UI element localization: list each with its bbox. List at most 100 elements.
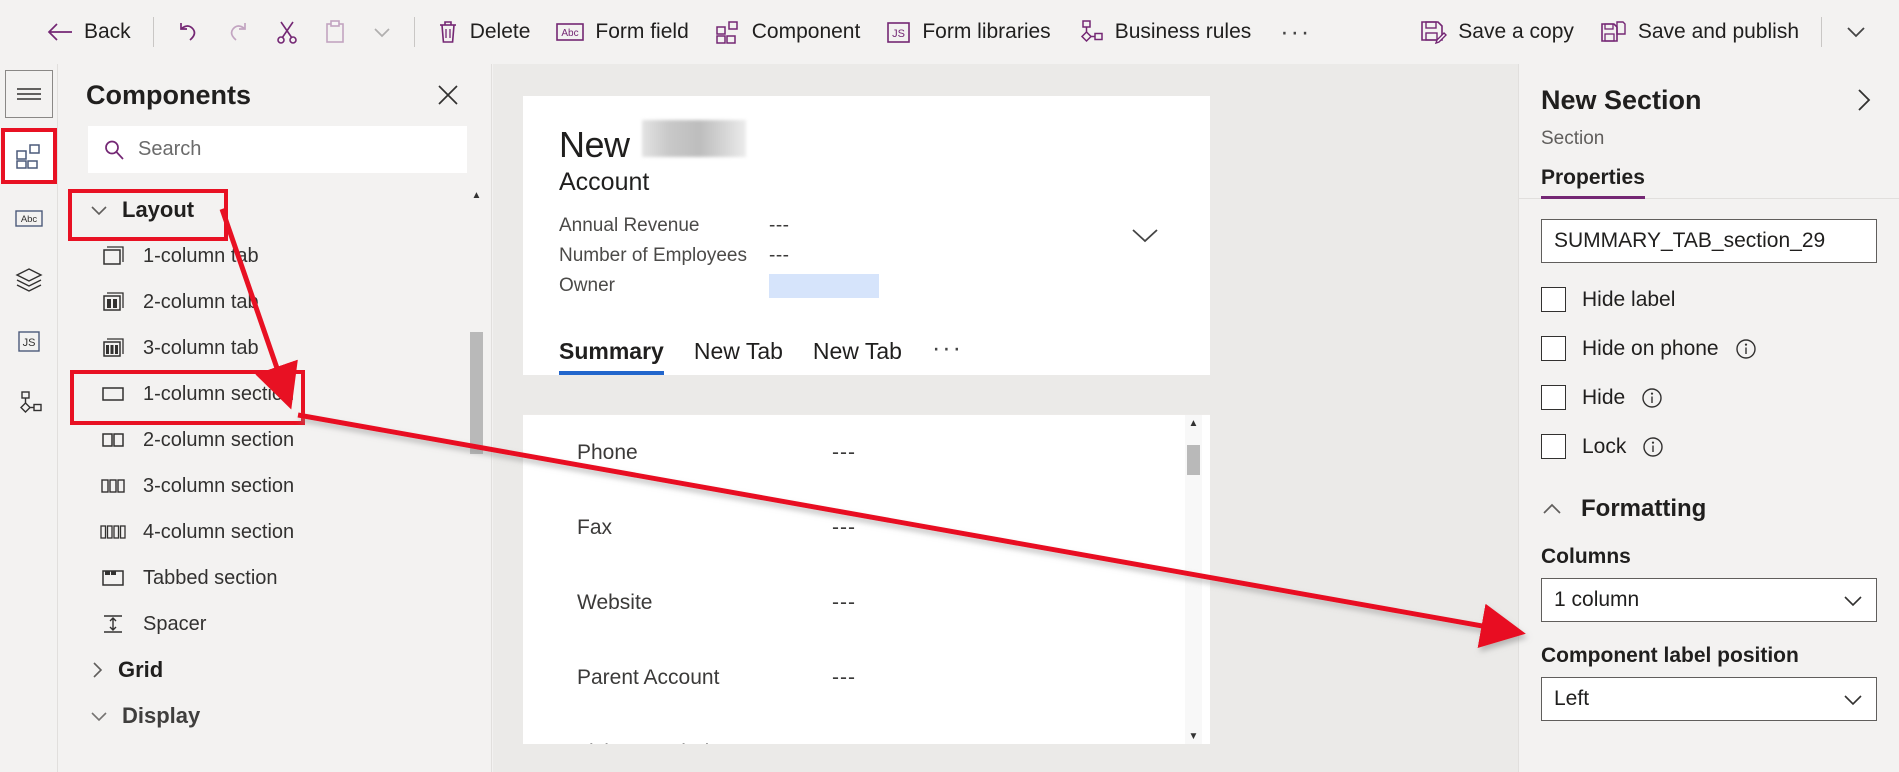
properties-title-row: New Section	[1541, 82, 1877, 118]
chevron-right-icon	[90, 661, 104, 679]
columns-field-label: Columns	[1541, 545, 1631, 568]
checkbox-lock[interactable]: Lock	[1541, 434, 1877, 459]
tab-properties[interactable]: Properties	[1541, 166, 1645, 199]
form-body-row[interactable]: Phone ---	[523, 415, 1210, 490]
component-item-2-column-section[interactable]: 2-column section	[58, 417, 491, 463]
scroll-up-icon[interactable]: ▲	[468, 187, 485, 204]
checkbox-box[interactable]	[1541, 287, 1566, 312]
component-group-layout[interactable]: Layout	[58, 187, 491, 241]
chevron-down-icon	[1844, 24, 1868, 40]
form-field-button[interactable]: Abc Form field	[543, 10, 701, 54]
checkbox-hide-label[interactable]: Hide label	[1541, 287, 1877, 312]
header-field-label: Owner	[559, 275, 615, 296]
back-button[interactable]: Back	[34, 10, 144, 54]
checkbox-box[interactable]	[1541, 434, 1566, 459]
delete-button[interactable]: Delete	[424, 10, 544, 54]
cut-button[interactable]	[263, 10, 311, 54]
form-libraries-button[interactable]: JS Form libraries	[873, 10, 1063, 54]
properties-panel-title: New Section	[1541, 84, 1702, 115]
form-tab-label: New Tab	[812, 338, 902, 364]
component-item-3-column-section[interactable]: 3-column section	[58, 463, 491, 509]
chevron-right-icon[interactable]	[1851, 82, 1877, 118]
form-body-row[interactable]: Fax ---	[523, 490, 1210, 565]
scroll-up-icon[interactable]: ▲	[1185, 415, 1202, 432]
rail-item-form-fields[interactable]: Abc	[5, 194, 53, 242]
header-field-label: Annual Revenue	[559, 215, 700, 236]
save-and-publish-button[interactable]: Save and publish	[1587, 10, 1812, 54]
component-item-spacer[interactable]: Spacer	[58, 601, 491, 647]
save-a-copy-button[interactable]: Save a copy	[1407, 10, 1587, 54]
info-icon[interactable]	[1642, 436, 1664, 458]
save-options-button[interactable]	[1831, 10, 1881, 54]
form-tab-new-tab-1[interactable]: New Tab	[694, 338, 783, 375]
component-item-4-column-section[interactable]: 4-column section	[58, 509, 491, 555]
search-box[interactable]	[88, 126, 467, 173]
component-item-2-column-tab[interactable]: 2-column tab	[58, 279, 491, 325]
section-name-input[interactable]	[1541, 219, 1877, 263]
one-column-section-icon	[100, 384, 126, 404]
scrollbar-thumb[interactable]	[1187, 445, 1200, 475]
search-input[interactable]	[138, 138, 452, 161]
checkbox-hide-on-phone[interactable]: Hide on phone	[1541, 336, 1877, 361]
checkbox-box[interactable]	[1541, 385, 1566, 410]
properties-body: Hide label Hide on phone Hide Lock	[1519, 199, 1899, 721]
formatting-section-header[interactable]: Formatting	[1541, 495, 1877, 523]
info-icon[interactable]	[1735, 338, 1757, 360]
rail-item-form-libraries[interactable]: JS	[5, 318, 53, 366]
rail-item-layers[interactable]	[5, 256, 53, 304]
redo-button[interactable]	[213, 10, 263, 54]
component-item-tabbed-section[interactable]: Tabbed section	[58, 555, 491, 601]
checkbox-box[interactable]	[1541, 336, 1566, 361]
components-panel-header: Components	[58, 64, 491, 126]
form-tab-summary[interactable]: Summary	[559, 338, 664, 375]
component-item-label: 4-column section	[143, 520, 295, 543]
chevron-up-icon	[1541, 502, 1563, 516]
properties-tab-label: Properties	[1541, 166, 1645, 189]
paste-options-button[interactable]	[359, 10, 405, 54]
form-body-row[interactable]: Parent Account ---	[523, 640, 1210, 715]
header-field-row[interactable]: Number of Employees ---	[559, 241, 1174, 271]
scroll-down-icon[interactable]: ▼	[1185, 728, 1202, 744]
four-column-section-icon	[100, 522, 126, 542]
component-label: Component	[751, 20, 861, 43]
command-overflow-button[interactable]: ···	[1264, 10, 1327, 54]
abc-icon: Abc	[556, 21, 585, 43]
checkbox-hide[interactable]: Hide	[1541, 385, 1877, 410]
component-item-label: Spacer	[143, 612, 207, 635]
paste-button[interactable]	[311, 10, 359, 54]
form-tab-new-tab-2[interactable]: New Tab	[813, 338, 902, 375]
save-a-copy-label: Save a copy	[1458, 20, 1574, 43]
record-title-row: New	[559, 120, 1174, 166]
undo-button[interactable]	[163, 10, 213, 54]
header-field-row[interactable]: Owner	[559, 271, 1174, 301]
rail-item-menu[interactable]	[4, 70, 53, 118]
form-body-scrollbar[interactable]: ▲ ▼	[1185, 415, 1202, 744]
header-expand-chevron-down-icon[interactable]	[1126, 223, 1164, 247]
header-field-value: ---	[769, 245, 790, 266]
rail-item-components[interactable]	[0, 128, 57, 184]
rail-item-business-rules[interactable]	[5, 380, 53, 428]
scrollbar-thumb[interactable]	[470, 332, 483, 454]
columns-dropdown[interactable]: 1 column	[1541, 578, 1877, 622]
columns-dropdown-value: 1 column	[1554, 588, 1640, 611]
components-scrollbar[interactable]: ▲ ▼	[468, 187, 485, 772]
form-body-row[interactable]: Website ---	[523, 565, 1210, 640]
component-group-grid[interactable]: Grid	[58, 647, 491, 693]
component-item-3-column-tab[interactable]: 3-column tab	[58, 325, 491, 371]
business-rules-button[interactable]: Business rules	[1064, 10, 1265, 54]
component-item-label: 2-column section	[143, 428, 295, 451]
two-column-section-icon	[100, 430, 126, 450]
component-item-1-column-tab[interactable]: 1-column tab	[58, 233, 491, 279]
component-item-1-column-section[interactable]: 1-column section	[58, 370, 491, 425]
component-group-display[interactable]: Display	[58, 693, 491, 739]
search-icon	[103, 139, 125, 161]
close-icon[interactable]	[429, 76, 467, 114]
chevron-down-icon	[372, 25, 392, 39]
checkbox-label: Hide label	[1582, 287, 1676, 311]
label-position-dropdown[interactable]: Left	[1541, 677, 1877, 721]
header-field-row[interactable]: Annual Revenue ---	[559, 211, 1174, 241]
form-tab-overflow-button[interactable]: ···	[932, 334, 963, 375]
form-body-row[interactable]: Ticker Symbol	[523, 715, 1210, 745]
component-button[interactable]: Component	[702, 10, 874, 54]
info-icon[interactable]	[1641, 387, 1663, 409]
